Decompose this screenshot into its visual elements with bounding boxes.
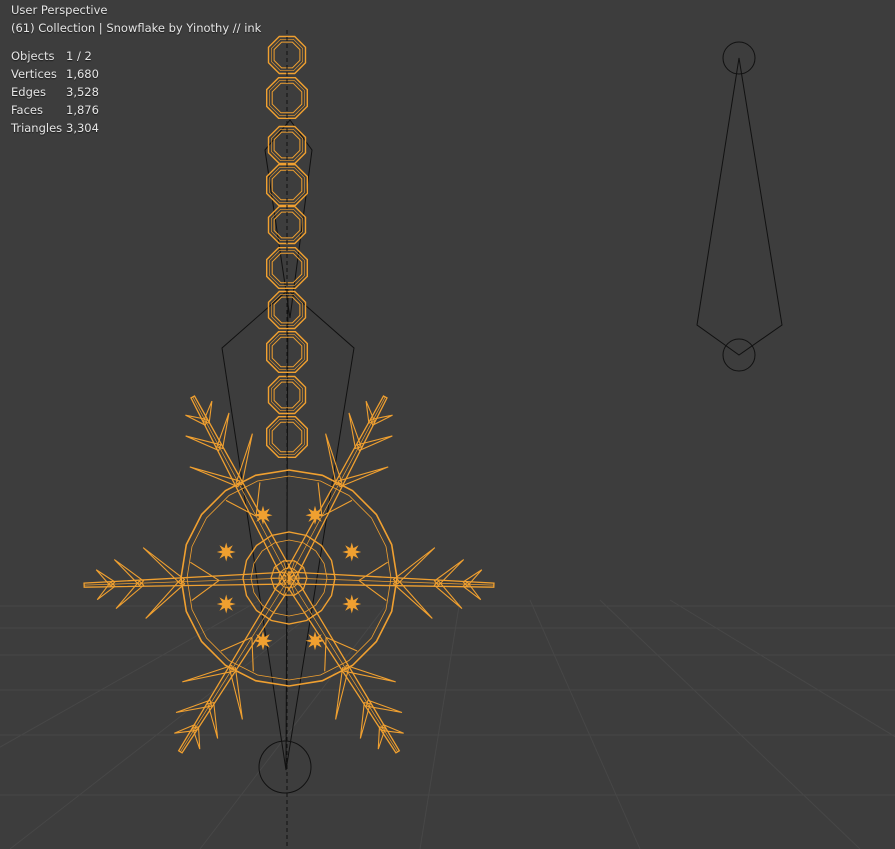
stat-value: 1,680 (66, 67, 99, 81)
floor-grid (0, 599, 895, 849)
stat-value: 1,876 (66, 103, 99, 117)
stat-row-triangles: Triangles 3,304 (11, 119, 99, 137)
stat-label: Triangles (11, 121, 63, 135)
stat-label: Faces (11, 103, 43, 117)
view-name: User Perspective (11, 3, 108, 17)
bone-object[interactable] (696, 41, 783, 372)
stat-value: 3,528 (66, 85, 99, 99)
stat-label: Vertices (11, 67, 57, 81)
scene-statistics: Objects 1 / 2 Vertices 1,680 Edges 3,528… (11, 47, 99, 137)
stat-value: 3,304 (66, 121, 99, 135)
stat-row-faces: Faces 1,876 (11, 101, 99, 119)
stat-row-objects: Objects 1 / 2 (11, 47, 99, 65)
3d-viewport[interactable]: User Perspective (61) Collection | Snowf… (0, 0, 895, 849)
stat-label: Edges (11, 85, 46, 99)
stat-value: 1 / 2 (66, 49, 92, 63)
stat-row-vertices: Vertices 1,680 (11, 65, 99, 83)
collection-line: (61) Collection | Snowflake by Yinothy /… (11, 21, 262, 35)
stat-label: Objects (11, 49, 55, 63)
viewport-scene[interactable] (0, 0, 895, 849)
snowflake-mesh[interactable] (83, 35, 495, 754)
armature-wire[interactable] (221, 119, 355, 794)
stat-row-edges: Edges 3,528 (11, 83, 99, 101)
